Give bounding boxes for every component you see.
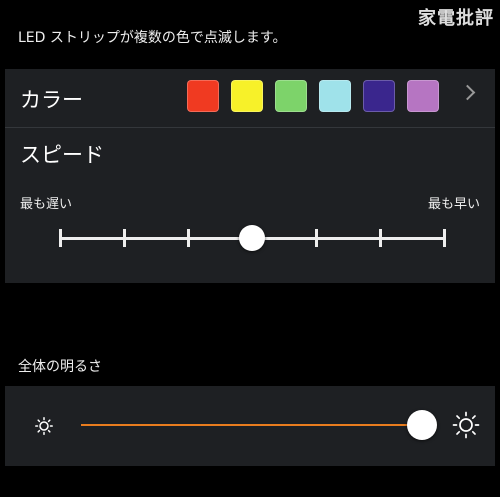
swatch-light-blue[interactable] bbox=[319, 80, 351, 112]
speed-min-label: 最も遅い bbox=[20, 197, 73, 212]
settings-card: カラー スピード 最も遅い 最も早い bbox=[5, 69, 495, 283]
watermark: 家電批評 bbox=[418, 8, 494, 29]
speed-tick[interactable] bbox=[379, 229, 382, 247]
brightness-slider-thumb[interactable] bbox=[407, 410, 437, 440]
speed-max-label: 最も早い bbox=[427, 197, 480, 212]
speed-tick[interactable] bbox=[187, 229, 190, 247]
speed-tick[interactable] bbox=[315, 229, 318, 247]
color-label: カラー bbox=[20, 88, 83, 112]
sun-large-icon bbox=[452, 411, 480, 439]
swatch-red[interactable] bbox=[187, 80, 219, 112]
swatch-green[interactable] bbox=[275, 80, 307, 112]
swatch-yellow[interactable] bbox=[231, 80, 263, 112]
speed-label: スピード bbox=[20, 143, 104, 167]
description-text: LED ストリップが複数の色で点滅します。 bbox=[18, 30, 287, 46]
swatch-indigo[interactable] bbox=[363, 80, 395, 112]
brightness-heading: 全体の明るさ bbox=[18, 359, 102, 375]
brightness-card bbox=[5, 386, 495, 466]
speed-tick[interactable] bbox=[443, 229, 446, 247]
color-swatches bbox=[187, 80, 451, 112]
sun-small-icon bbox=[35, 417, 53, 435]
chevron-right-icon[interactable] bbox=[459, 84, 476, 101]
brightness-slider-track[interactable] bbox=[81, 424, 415, 426]
swatch-violet[interactable] bbox=[407, 80, 439, 112]
color-row[interactable]: カラー bbox=[5, 69, 495, 128]
speed-tick[interactable] bbox=[123, 229, 126, 247]
speed-slider-thumb[interactable] bbox=[239, 225, 265, 251]
speed-tick[interactable] bbox=[59, 229, 62, 247]
